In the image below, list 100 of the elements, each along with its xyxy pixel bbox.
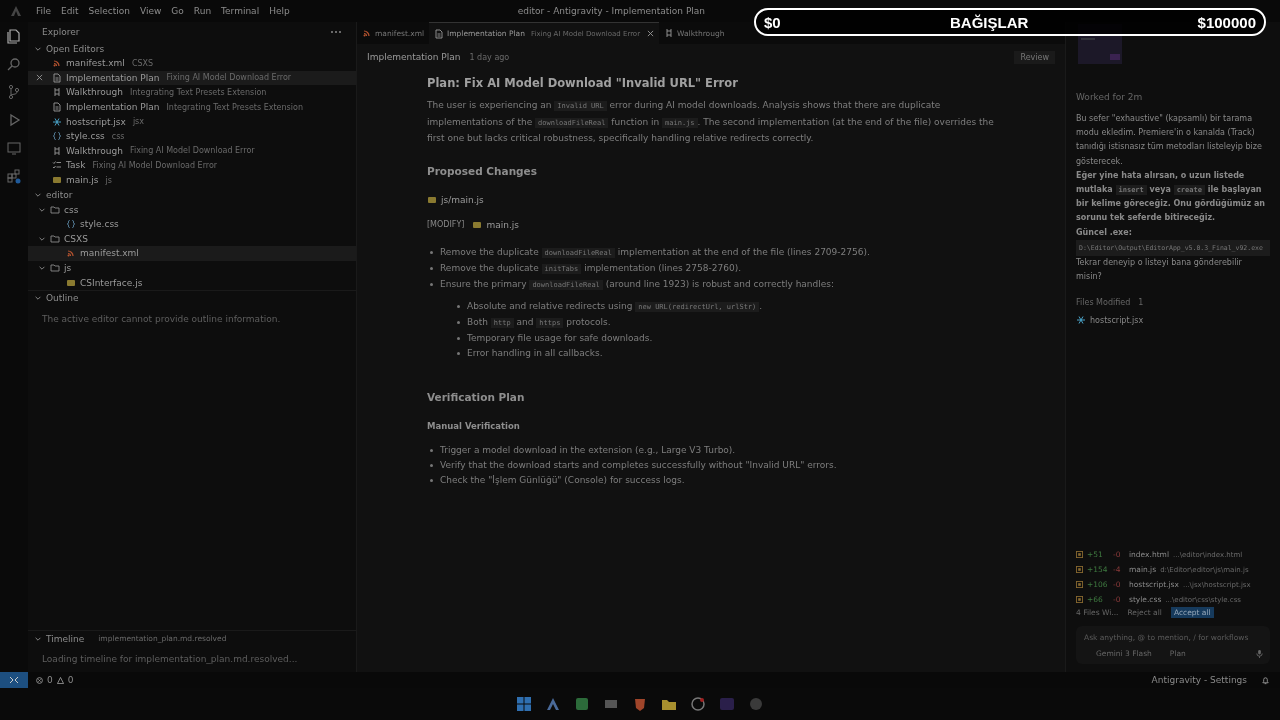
list-item: Temporary file usage for safe downloads. [467,331,653,345]
app-icon[interactable] [690,696,706,712]
menu-item[interactable]: Selection [88,6,130,16]
list-item: Error handling in all callbacks. [467,346,603,360]
app-logo-icon [10,5,22,17]
menu-item[interactable]: Run [193,6,212,16]
source-control-icon[interactable] [6,84,22,100]
error-icon[interactable] [36,676,43,684]
microphone-icon[interactable] [1255,649,1264,658]
review-button[interactable]: Review [1014,50,1055,64]
open-editor-item[interactable]: Walkthrough Integrating Text Presets Extension [28,85,356,100]
subsection-heading: Manual Verification [427,420,521,431]
bullet-icon [430,267,433,270]
files-icon[interactable] [6,28,22,44]
open-editor-item[interactable]: main.js js [28,172,356,188]
steps-icon [52,145,62,156]
app-icon[interactable] [545,696,561,712]
open-editor-item[interactable]: Implementation Plan Fixing AI Model Download Error [28,70,356,86]
checkbox-icon[interactable] [1076,581,1083,588]
app-icon[interactable] [574,696,590,712]
outline-message: The active editor cannot provide outline information. [41,312,282,326]
checkbox-icon[interactable] [1076,551,1083,558]
rss-icon [66,248,76,259]
worked-duration[interactable]: Worked for 2m [1076,92,1270,102]
donation-goal: $100000 [1197,13,1256,31]
rss-icon [52,58,62,69]
agent-message: Bu sefer "exhaustive" (kapsamlı) bir tarama modu ekledim. Premiere'in o kanalda (Track) tanıdığı istisnasız tüm metodları listeleyip bize gösterecek. [1076,113,1263,168]
section-header[interactable]: editor [46,189,73,200]
braces-icon [66,219,76,230]
section-heading: Proposed Changes [427,164,538,177]
error-count[interactable]: 0 [47,675,53,685]
file-name[interactable]: main.js [486,219,519,230]
timeline-message: Loading timeline for implementation_plan.md.resolved... [41,653,299,666]
bullet-icon [457,321,460,324]
section-header[interactable]: Open Editors [46,43,105,54]
open-editor-item[interactable]: manifest.xml CSXS [28,56,356,71]
menu-item[interactable]: Edit [61,6,79,16]
chevron-icon [38,264,46,272]
bullet-icon [430,448,433,452]
list-item: Verify that the download starts and completes successfully without "Invalid URL" errors. [440,458,837,472]
file-path[interactable]: js/main.js [441,194,484,205]
tree-file-item[interactable]: CSInterface.js [28,275,356,290]
folder-item[interactable]: CSXS [28,231,356,247]
warning-count[interactable]: 0 [67,675,74,685]
extensions-icon[interactable] [6,168,22,184]
folder-item[interactable]: js [28,260,356,276]
timestamp: 1 day ago [469,52,510,62]
menu-item[interactable]: Help [269,6,290,16]
more-icon[interactable] [330,30,342,34]
open-editor-item[interactable]: style.css css [28,128,356,144]
window-title: editor - Antigravity - Implementation Plan [517,6,706,16]
warning-icon[interactable] [56,676,64,684]
files-count: 1 [1138,298,1144,308]
tree-file-item[interactable]: manifest.xml [28,246,356,261]
menu-item[interactable]: Go [171,6,184,16]
open-editor-item[interactable]: hostscript.jsx jsx [28,114,356,129]
agent-message: Tekrar deneyip o listeyi bana gönderebilir misin? [1076,256,1243,284]
braces-icon [52,131,62,142]
bullet-icon [430,251,433,254]
open-editor-item[interactable]: Walkthrough Fixing AI Model Download Error [28,143,356,159]
open-editor-item[interactable]: Implementation Plan Integrating Text Presets Extension [28,99,356,115]
bullet-icon [430,283,433,286]
modify-tag: [MODIFY] [427,220,465,229]
modified-file-link[interactable]: hostscript.jsx [1090,315,1144,325]
rss-icon [362,28,372,38]
atom-icon [52,116,62,127]
bullet-icon [430,463,433,467]
menu-item[interactable]: View [140,6,162,16]
close-icon[interactable] [36,74,43,82]
menu-item[interactable]: Terminal [221,6,260,16]
file-icon [66,277,76,288]
files-modified-label: Files Modified [1076,298,1131,308]
document-icon [52,72,62,83]
search-icon[interactable] [6,56,22,72]
bell-icon[interactable] [1261,675,1270,685]
open-editor-item[interactable]: Task Fixing AI Model Download Error [28,158,356,173]
tree-file-item[interactable]: style.css [28,216,356,232]
bullet-icon [430,478,433,482]
bullet-icon [457,305,460,308]
windows-start-icon[interactable] [516,696,532,712]
settings-link[interactable]: Antigravity - Settings [1151,675,1247,685]
checkbox-icon[interactable] [1076,566,1083,573]
checkbox-icon[interactable] [1076,596,1083,603]
section-header[interactable]: Timeline [46,633,85,644]
folder-icon [50,233,60,244]
menu-item[interactable]: File [36,6,52,16]
plan-heading: Plan: Fix AI Model Download "Invalid URL" Error [427,76,739,90]
explorer-title: Explorer [42,27,80,37]
browser-icon[interactable] [632,696,648,712]
file-icon [427,194,437,205]
checklist-icon [52,160,62,171]
steps-icon [52,87,62,98]
folder-item[interactable]: css [28,202,356,217]
file-icon [52,175,62,186]
atom-icon [1076,315,1086,326]
list-item: Check the "İşlem Günlüğü" (Console) for success logs. [440,473,685,487]
close-icon[interactable] [647,30,655,37]
list-item: Trigger a model download in the extension (e.g., Large V3 Turbo). [440,443,736,457]
remote-indicator[interactable] [0,672,28,688]
section-header[interactable]: Outline [46,293,79,304]
